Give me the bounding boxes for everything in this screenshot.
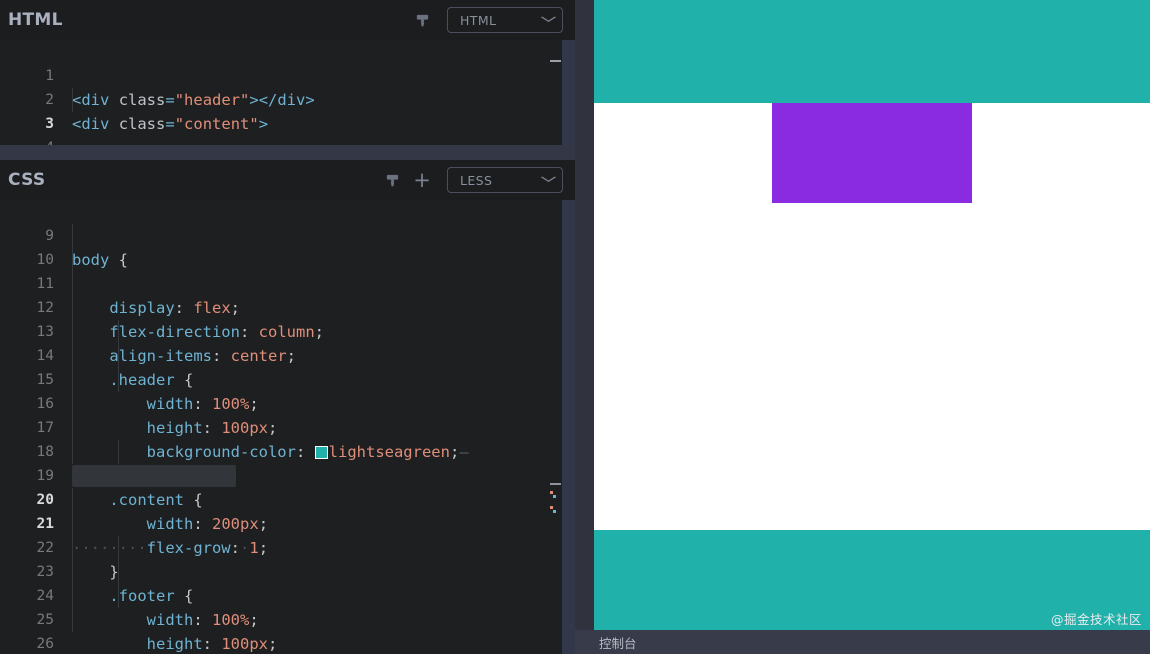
code-line[interactable]: 2 <div class="content"> <box>0 64 549 133</box>
code-line[interactable]: 23 width: 100%; <box>0 536 549 629</box>
html-language-select[interactable]: HTML <box>447 7 563 33</box>
html-language-value: HTML <box>460 12 497 28</box>
code-line[interactable]: 13 .header { <box>0 296 549 389</box>
chevron-down-icon <box>540 15 558 26</box>
code-line[interactable]: 21 } <box>0 488 549 581</box>
css-language-select[interactable]: LESS <box>447 167 563 193</box>
html-pane-header: HTML HTML <box>0 0 575 40</box>
code-line[interactable]: 5 <div class="footer"></div> <box>0 136 549 145</box>
html-minimap[interactable] <box>549 40 562 145</box>
html-code-lines: 1 <div class="header"></div> 2 <div clas… <box>0 40 549 145</box>
css-minimap[interactable] <box>549 200 562 654</box>
code-line[interactable]: 24 height: 100px; <box>0 560 549 653</box>
code-line[interactable]: 4 </div> <box>0 112 549 145</box>
html-pane: HTML HTML 1 <div class="header"></div> 2… <box>0 0 575 145</box>
css-code-area[interactable]: 9 body { 10 display: flex; 11 flex-direc… <box>0 200 575 654</box>
code-line[interactable]: 14 width: 100%; <box>0 320 549 413</box>
code-line[interactable]: 17 } <box>0 392 549 485</box>
console-label: 控制台 <box>599 635 637 651</box>
html-pane-title: HTML <box>8 10 63 30</box>
code-line[interactable]: 18 .content { <box>0 416 549 509</box>
watermark: @掘金技术社区 <box>1050 612 1142 627</box>
code-line[interactable]: 16 background-color: lightseagreen;— <box>0 368 549 461</box>
code-line[interactable]: 22 .footer { <box>0 512 549 605</box>
code-line[interactable]: 9 body { <box>0 200 549 269</box>
preview-item-block <box>772 103 972 203</box>
code-line[interactable]: 26 } <box>0 608 549 652</box>
code-line[interactable]: 12 align-items: center; <box>0 272 549 365</box>
css-pane-header: CSS + LESS <box>0 160 575 200</box>
preview-content-block <box>772 103 972 530</box>
brush-icon[interactable] <box>379 167 405 193</box>
code-line[interactable]: 15 height: 100px; <box>0 344 549 437</box>
html-scrollbar[interactable] <box>562 40 575 145</box>
brush-icon[interactable] <box>409 7 435 33</box>
css-pane: CSS + LESS 9 body {10 display: flex; 11… <box>0 160 575 654</box>
code-line[interactable]: 1 <div class="header"></div> <box>0 40 549 109</box>
code-line-active[interactable]: 20 ········flex-grow:·1; <box>0 464 549 557</box>
css-scrollbar[interactable] <box>562 200 575 654</box>
codepen-like-editor: HTML HTML 1 <div class="header"></div> 2… <box>0 0 1150 654</box>
preview-pane: @掘金技术社区 控制台 <box>575 0 1150 654</box>
code-line-active[interactable]: 3 <div class="item"></div> <box>0 88 549 132</box>
code-line[interactable]: 25 background-color: lightseagreen; <box>0 584 549 628</box>
code-line[interactable]: 10 display: flex; <box>0 224 549 317</box>
code-line[interactable]: 27 } <box>0 632 549 654</box>
chevron-down-icon <box>540 175 558 186</box>
preview-viewport[interactable] <box>594 0 1150 630</box>
css-language-value: LESS <box>460 172 493 188</box>
html-code-area[interactable]: 1 <div class="header"></div> 2 <div clas… <box>0 40 575 145</box>
editor-column: HTML HTML 1 <div class="header"></div> 2… <box>0 0 575 654</box>
css-code-lines: 9 body { 10 display: flex; 11 flex-direc… <box>0 200 549 654</box>
code-line[interactable]: 19 width: 200px; <box>0 440 549 533</box>
pane-divider[interactable] <box>0 145 575 160</box>
preview-gutter <box>575 0 594 630</box>
css-pane-title: CSS <box>8 170 46 190</box>
preview-header-block <box>594 0 1150 103</box>
line-highlight <box>72 465 236 487</box>
code-line[interactable]: 11 flex-direction: column; <box>0 248 549 341</box>
console-bar[interactable]: 控制台 <box>575 630 1150 654</box>
plus-icon[interactable]: + <box>409 167 435 193</box>
